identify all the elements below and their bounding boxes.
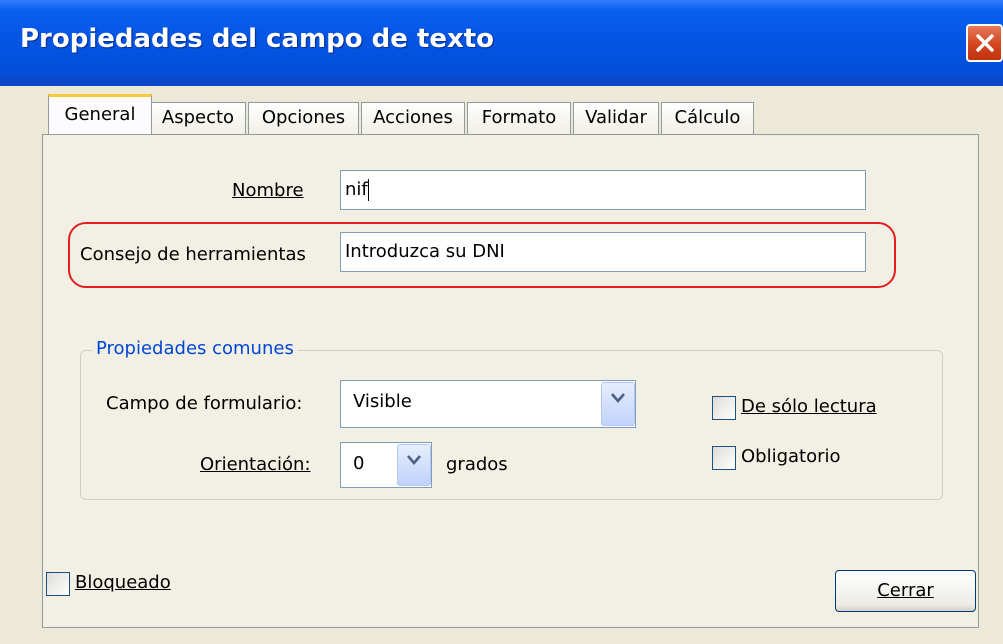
degrees-label: grados bbox=[446, 454, 508, 475]
tab-calculo[interactable]: Cálculo bbox=[661, 102, 754, 134]
tooltip-field[interactable]: Introduzca su DNI bbox=[340, 232, 866, 272]
tab-opciones[interactable]: Opciones bbox=[248, 102, 359, 134]
group-title: Propiedades comunes bbox=[92, 338, 298, 359]
locked-checkbox[interactable] bbox=[46, 572, 70, 596]
tab-general[interactable]: General bbox=[48, 94, 152, 134]
close-button[interactable] bbox=[966, 24, 1003, 62]
tooltip-label: Consejo de herramientas bbox=[80, 244, 306, 265]
form-field-value: Visible bbox=[353, 391, 412, 412]
tab-validar[interactable]: Validar bbox=[573, 102, 659, 134]
name-field[interactable]: nif bbox=[340, 170, 866, 210]
orientation-label: Orientación: bbox=[200, 454, 311, 475]
locked-label: Bloqueado bbox=[75, 572, 171, 593]
close-dialog-button[interactable]: Cerrar bbox=[835, 570, 976, 612]
orientation-value: 0 bbox=[353, 453, 365, 474]
chevron-down-icon bbox=[407, 455, 421, 465]
tab-acciones[interactable]: Acciones bbox=[361, 102, 465, 134]
orientation-select[interactable]: 0 bbox=[340, 442, 432, 488]
name-label: Nombre bbox=[232, 180, 304, 201]
name-value: nif bbox=[345, 179, 368, 200]
required-label: Obligatorio bbox=[741, 446, 841, 467]
form-field-select[interactable]: Visible bbox=[340, 380, 636, 428]
form-field-dropdown-button[interactable] bbox=[601, 382, 635, 426]
orientation-dropdown-button[interactable] bbox=[397, 444, 431, 486]
form-field-label: Campo de formulario: bbox=[106, 393, 303, 414]
close-icon bbox=[976, 34, 994, 52]
tab-formato[interactable]: Formato bbox=[467, 102, 571, 134]
required-checkbox[interactable] bbox=[712, 446, 736, 470]
readonly-checkbox[interactable] bbox=[712, 396, 736, 420]
window-title: Propiedades del campo de texto bbox=[20, 24, 495, 54]
readonly-label: De sólo lectura bbox=[741, 396, 877, 417]
tab-aspecto[interactable]: Aspecto bbox=[150, 102, 246, 134]
title-bar: Propiedades del campo de texto bbox=[0, 0, 1003, 86]
chevron-down-icon bbox=[611, 393, 625, 403]
text-cursor bbox=[367, 179, 369, 201]
close-dialog-label: Cerrar bbox=[877, 580, 934, 601]
